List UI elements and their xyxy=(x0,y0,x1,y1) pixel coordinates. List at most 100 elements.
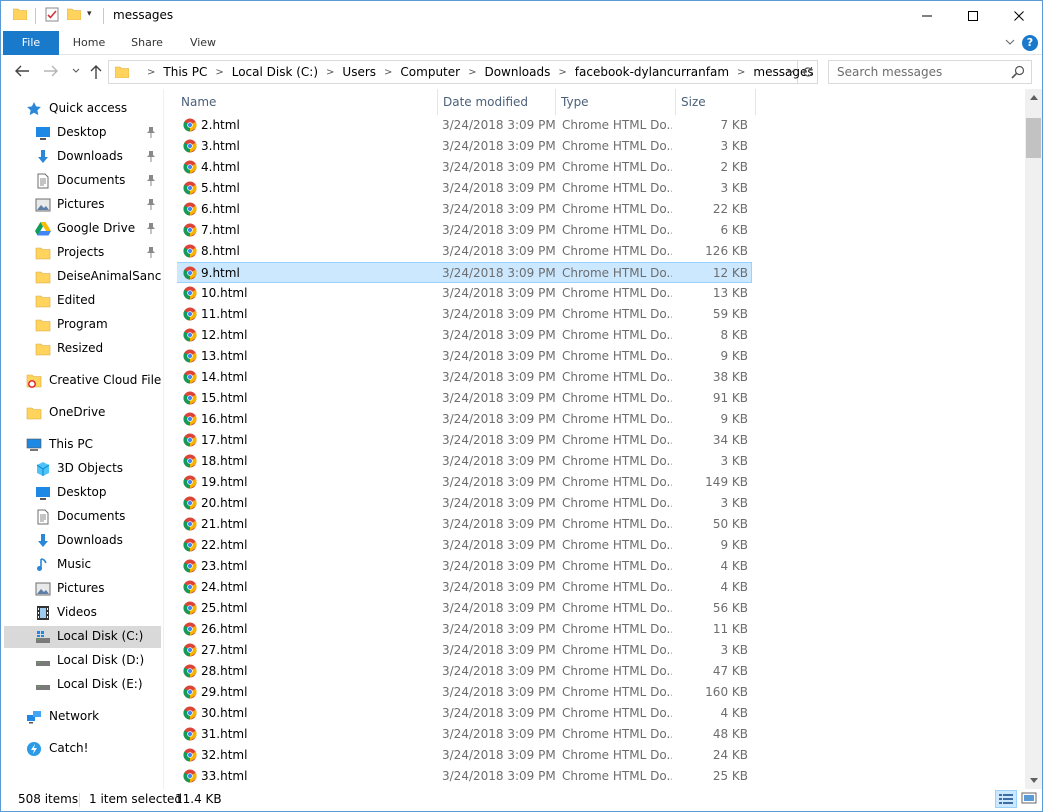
nav-item-documents[interactable]: Documents xyxy=(4,506,161,528)
pin-icon[interactable] xyxy=(146,174,156,186)
vertical-scrollbar[interactable] xyxy=(1025,89,1042,789)
nav-item-local-disk-c[interactable]: Local Disk (C:) xyxy=(4,626,161,648)
file-row[interactable]: 5.html 3/24/2018 3:09 PM Chrome HTML Do...… xyxy=(177,178,753,199)
column-header-type[interactable]: Type xyxy=(555,89,674,115)
nav-item-pictures[interactable]: Pictures xyxy=(4,194,161,216)
pin-icon[interactable] xyxy=(146,198,156,210)
file-row[interactable]: 21.html 3/24/2018 3:09 PM Chrome HTML Do..… xyxy=(177,514,753,535)
file-row[interactable]: 10.html 3/24/2018 3:09 PM Chrome HTML Do..… xyxy=(177,283,753,304)
file-row[interactable]: 18.html 3/24/2018 3:09 PM Chrome HTML Do..… xyxy=(177,451,753,472)
file-row[interactable]: 11.html 3/24/2018 3:09 PM Chrome HTML Do..… xyxy=(177,304,753,325)
tab-share[interactable]: Share xyxy=(121,31,173,55)
file-row[interactable]: 29.html 3/24/2018 3:09 PM Chrome HTML Do..… xyxy=(177,682,753,703)
refresh-button[interactable] xyxy=(798,60,818,84)
address-history-icon[interactable] xyxy=(785,65,797,79)
file-row[interactable]: 25.html 3/24/2018 3:09 PM Chrome HTML Do..… xyxy=(177,598,753,619)
recent-locations-icon[interactable] xyxy=(67,64,85,80)
search-icon[interactable] xyxy=(1011,65,1025,79)
breadcrumb-item[interactable]: Users xyxy=(342,65,376,79)
file-row[interactable]: 23.html 3/24/2018 3:09 PM Chrome HTML Do..… xyxy=(177,556,753,577)
file-row[interactable]: 33.html 3/24/2018 3:09 PM Chrome HTML Do..… xyxy=(177,766,753,787)
column-header-name[interactable]: Name xyxy=(177,89,436,115)
nav-item-onedrive[interactable]: OneDrive xyxy=(4,402,161,424)
close-button[interactable] xyxy=(996,1,1042,30)
file-row[interactable]: 32.html 3/24/2018 3:09 PM Chrome HTML Do..… xyxy=(177,745,753,766)
pin-icon[interactable] xyxy=(146,222,156,234)
chevron-right-icon[interactable]: > xyxy=(558,67,566,78)
nav-item-program[interactable]: Program xyxy=(4,314,161,336)
file-row[interactable]: 20.html 3/24/2018 3:09 PM Chrome HTML Do..… xyxy=(177,493,753,514)
new-folder-icon[interactable] xyxy=(66,8,82,21)
maximize-button[interactable] xyxy=(950,1,996,30)
nav-item-catch[interactable]: Catch! xyxy=(4,738,161,760)
nav-item-3d-objects[interactable]: 3D Objects xyxy=(4,458,161,480)
scroll-down-button[interactable] xyxy=(1025,772,1042,789)
nav-item-downloads[interactable]: Downloads xyxy=(4,530,161,552)
back-button[interactable] xyxy=(13,64,31,80)
pin-icon[interactable] xyxy=(146,246,156,258)
nav-item-documents[interactable]: Documents xyxy=(4,170,161,192)
nav-item-edited[interactable]: Edited xyxy=(4,290,161,312)
pin-icon[interactable] xyxy=(146,150,156,162)
expand-ribbon-icon[interactable] xyxy=(1003,36,1017,50)
file-row[interactable]: 8.html 3/24/2018 3:09 PM Chrome HTML Do...… xyxy=(177,241,753,262)
breadcrumb-item[interactable]: Local Disk (C:) xyxy=(232,65,318,79)
help-icon[interactable]: ? xyxy=(1022,35,1038,51)
nav-item-local-disk-d[interactable]: Local Disk (D:) xyxy=(4,650,161,672)
file-row[interactable]: 15.html 3/24/2018 3:09 PM Chrome HTML Do..… xyxy=(177,388,753,409)
tab-home[interactable]: Home xyxy=(63,31,115,55)
chevron-right-icon[interactable]: > xyxy=(737,67,745,78)
nav-item-quick-access[interactable]: Quick access xyxy=(4,98,161,120)
chevron-right-icon[interactable]: > xyxy=(468,67,476,78)
file-row[interactable]: 12.html 3/24/2018 3:09 PM Chrome HTML Do..… xyxy=(177,325,753,346)
nav-item-pictures[interactable]: Pictures xyxy=(4,578,161,600)
file-row[interactable]: 7.html 3/24/2018 3:09 PM Chrome HTML Do...… xyxy=(177,220,753,241)
nav-item-desktop[interactable]: Desktop xyxy=(4,122,161,144)
file-row[interactable]: 27.html 3/24/2018 3:09 PM Chrome HTML Do..… xyxy=(177,640,753,661)
file-row[interactable]: 16.html 3/24/2018 3:09 PM Chrome HTML Do..… xyxy=(177,409,753,430)
breadcrumb-item[interactable]: facebook-dylancurranfam xyxy=(575,65,729,79)
nav-item-creative-cloud-files[interactable]: Creative Cloud Files xyxy=(4,370,161,392)
file-row[interactable]: 6.html 3/24/2018 3:09 PM Chrome HTML Do...… xyxy=(177,199,753,220)
tab-view[interactable]: View xyxy=(177,31,229,55)
file-row[interactable]: 24.html 3/24/2018 3:09 PM Chrome HTML Do..… xyxy=(177,577,753,598)
breadcrumb-item[interactable]: This PC xyxy=(163,65,207,79)
minimize-button[interactable] xyxy=(904,1,950,30)
address-bar[interactable]: > This PC > Local Disk (C:) > Users > Co… xyxy=(108,60,814,84)
file-row[interactable]: 17.html 3/24/2018 3:09 PM Chrome HTML Do..… xyxy=(177,430,753,451)
up-button[interactable] xyxy=(87,64,105,80)
forward-button[interactable] xyxy=(42,64,60,80)
nav-item-network[interactable]: Network xyxy=(4,706,161,728)
nav-item-resized[interactable]: Resized xyxy=(4,338,161,360)
folder-icon[interactable] xyxy=(12,8,28,21)
scroll-up-button[interactable] xyxy=(1025,89,1042,106)
chevron-right-icon[interactable]: > xyxy=(147,67,155,78)
scrollbar-thumb[interactable] xyxy=(1026,118,1041,158)
file-row[interactable]: 28.html 3/24/2018 3:09 PM Chrome HTML Do..… xyxy=(177,661,753,682)
file-row[interactable]: 26.html 3/24/2018 3:09 PM Chrome HTML Do..… xyxy=(177,619,753,640)
nav-item-music[interactable]: Music xyxy=(4,554,161,576)
navigation-pane-divider[interactable] xyxy=(163,89,164,789)
chevron-right-icon[interactable]: > xyxy=(326,67,334,78)
nav-item-this-pc[interactable]: This PC xyxy=(4,434,161,456)
column-header-size[interactable]: Size xyxy=(675,89,755,115)
breadcrumb-item[interactable]: Computer xyxy=(400,65,460,79)
nav-item-videos[interactable]: Videos xyxy=(4,602,161,624)
file-row[interactable]: 9.html 3/24/2018 3:09 PM Chrome HTML Do...… xyxy=(177,262,752,283)
chevron-right-icon[interactable]: > xyxy=(215,67,223,78)
file-row[interactable]: 22.html 3/24/2018 3:09 PM Chrome HTML Do..… xyxy=(177,535,753,556)
file-row[interactable]: 13.html 3/24/2018 3:09 PM Chrome HTML Do..… xyxy=(177,346,753,367)
large-icons-view-button[interactable] xyxy=(1019,790,1039,808)
customize-toolbar-icon[interactable]: ▾ xyxy=(87,9,97,19)
column-divider[interactable] xyxy=(755,89,756,115)
column-header-date-modified[interactable]: Date modified xyxy=(437,89,554,115)
nav-item-desktop[interactable]: Desktop xyxy=(4,482,161,504)
file-row[interactable]: 3.html 3/24/2018 3:09 PM Chrome HTML Do...… xyxy=(177,136,753,157)
search-input[interactable] xyxy=(829,61,1009,83)
breadcrumb-item[interactable]: Downloads xyxy=(484,65,550,79)
pin-icon[interactable] xyxy=(146,126,156,138)
details-view-button[interactable] xyxy=(995,790,1017,808)
file-row[interactable]: 2.html 3/24/2018 3:09 PM Chrome HTML Do...… xyxy=(177,115,753,136)
nav-item-local-disk-e[interactable]: Local Disk (E:) xyxy=(4,674,161,696)
chevron-right-icon[interactable]: > xyxy=(384,67,392,78)
